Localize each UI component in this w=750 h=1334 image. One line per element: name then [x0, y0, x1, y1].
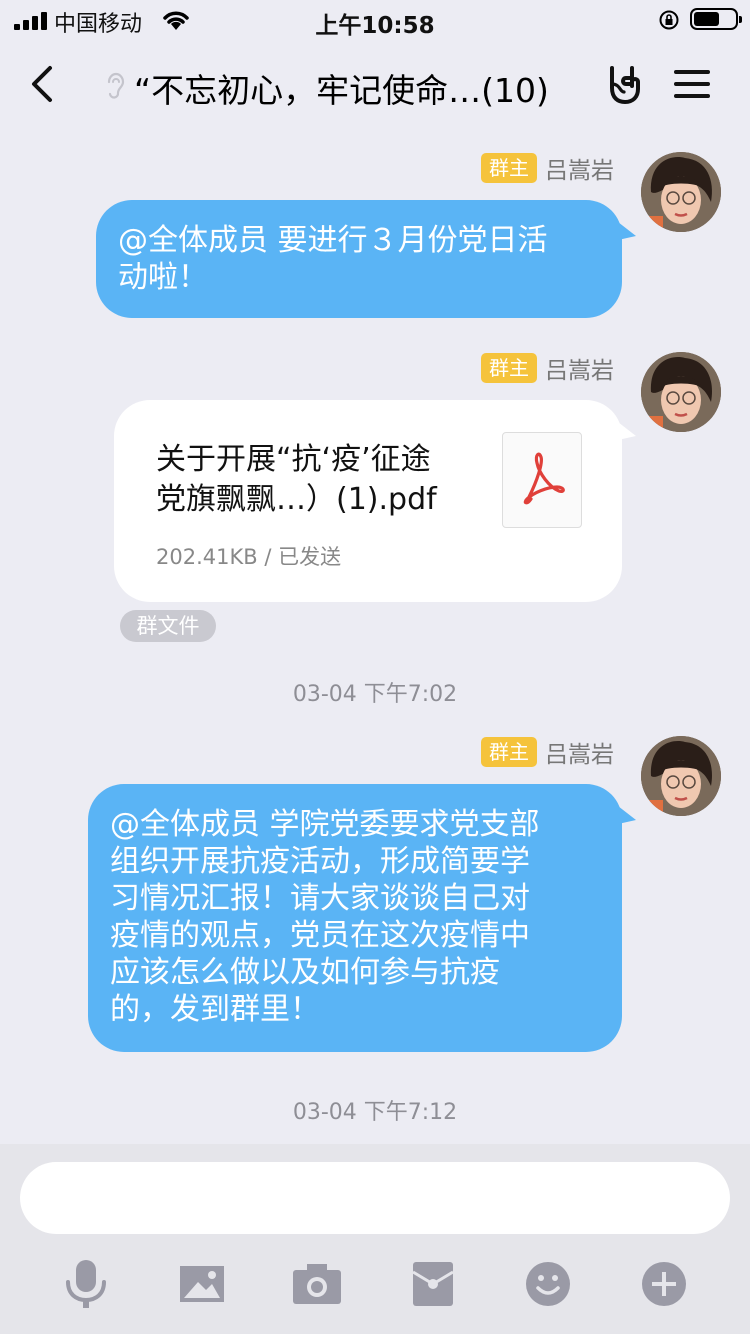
file-name-line: 党旗飘飘…）(1).pdf	[156, 482, 437, 517]
input-bar	[0, 1144, 750, 1334]
sender-info: 群主 吕嵩岩	[481, 152, 614, 184]
message-line: 疫情的观点，党员在这次疫情中	[110, 918, 530, 953]
message-line: 动啦！	[118, 260, 208, 295]
owner-badge: 群主	[481, 737, 537, 767]
bubble-tail	[618, 422, 636, 440]
red-packet-icon[interactable]	[405, 1256, 461, 1312]
message-line: 习情况汇报！请大家谈谈自己对	[110, 881, 530, 916]
avatar[interactable]	[641, 736, 721, 816]
file-size-status: 202.41KB / 已发送	[156, 545, 342, 569]
chat-header: “不忘初心，牢记使命…(10)	[0, 40, 750, 128]
plus-icon[interactable]	[636, 1256, 692, 1312]
file-message-card[interactable]: 关于开展“抗‘疫’征途 党旗飘飘…）(1).pdf 202.41KB / 已发送	[114, 400, 622, 602]
avatar[interactable]	[641, 152, 721, 232]
status-bar: 中国移动 上午10:58	[0, 0, 750, 40]
menu-icon[interactable]	[674, 66, 712, 102]
pdf-file-icon	[502, 432, 582, 528]
bubble-tail	[618, 222, 636, 240]
group-file-tag[interactable]: 群文件	[120, 610, 216, 642]
message-bubble[interactable]: @全体成员 要进行３月份党日活 动啦！	[96, 200, 622, 318]
file-name: 关于开展“抗‘疫’征途 党旗飘飘…）(1).pdf	[156, 440, 486, 520]
rock-hand-icon[interactable]	[604, 62, 644, 106]
ear-mode-icon	[107, 72, 125, 99]
message-line: @全体成员 要进行３月份党日活	[118, 223, 548, 258]
sender-info: 群主 吕嵩岩	[481, 736, 614, 768]
sender-name[interactable]: 吕嵩岩	[545, 735, 614, 769]
status-time: 上午10:58	[315, 13, 435, 39]
owner-badge: 群主	[481, 353, 537, 383]
sender-name[interactable]: 吕嵩岩	[545, 151, 614, 185]
battery-icon	[690, 8, 742, 30]
message-bubble[interactable]: @全体成员 学院党委要求党支部 组织开展抗疫活动，形成简要学 习情况汇报！请大家…	[88, 784, 622, 1052]
back-button[interactable]	[22, 60, 66, 108]
chat-title[interactable]: “不忘初心，牢记使命…(10)	[134, 64, 549, 112]
sender-name[interactable]: 吕嵩岩	[545, 351, 614, 385]
camera-icon[interactable]	[289, 1256, 345, 1312]
avatar[interactable]	[641, 352, 721, 432]
microphone-icon[interactable]	[58, 1256, 114, 1312]
emoji-icon[interactable]	[520, 1256, 576, 1312]
message-timestamp: 03-04 下午7:02	[292, 682, 458, 707]
message-line: 的，发到群里！	[110, 992, 320, 1027]
message-timestamp: 03-04 下午7:12	[292, 1100, 458, 1125]
owner-badge: 群主	[481, 153, 537, 183]
message-line: @全体成员 学院党委要求党支部	[110, 807, 540, 842]
rotation-lock-icon	[659, 10, 679, 30]
message-input[interactable]	[20, 1162, 730, 1234]
file-name-line: 关于开展“抗‘疫’征途	[156, 442, 431, 477]
message-line: 组织开展抗疫活动，形成简要学	[110, 844, 530, 879]
chat-messages[interactable]: 群主 吕嵩岩 @全体成员 要进行３月份党日活 动啦！ 群主 吕嵩岩 关于开展“抗…	[0, 128, 750, 1144]
image-icon[interactable]	[174, 1256, 230, 1312]
message-line: 应该怎么做以及如何参与抗疫	[110, 955, 500, 990]
bubble-tail	[618, 806, 636, 824]
sender-info: 群主 吕嵩岩	[481, 352, 614, 384]
